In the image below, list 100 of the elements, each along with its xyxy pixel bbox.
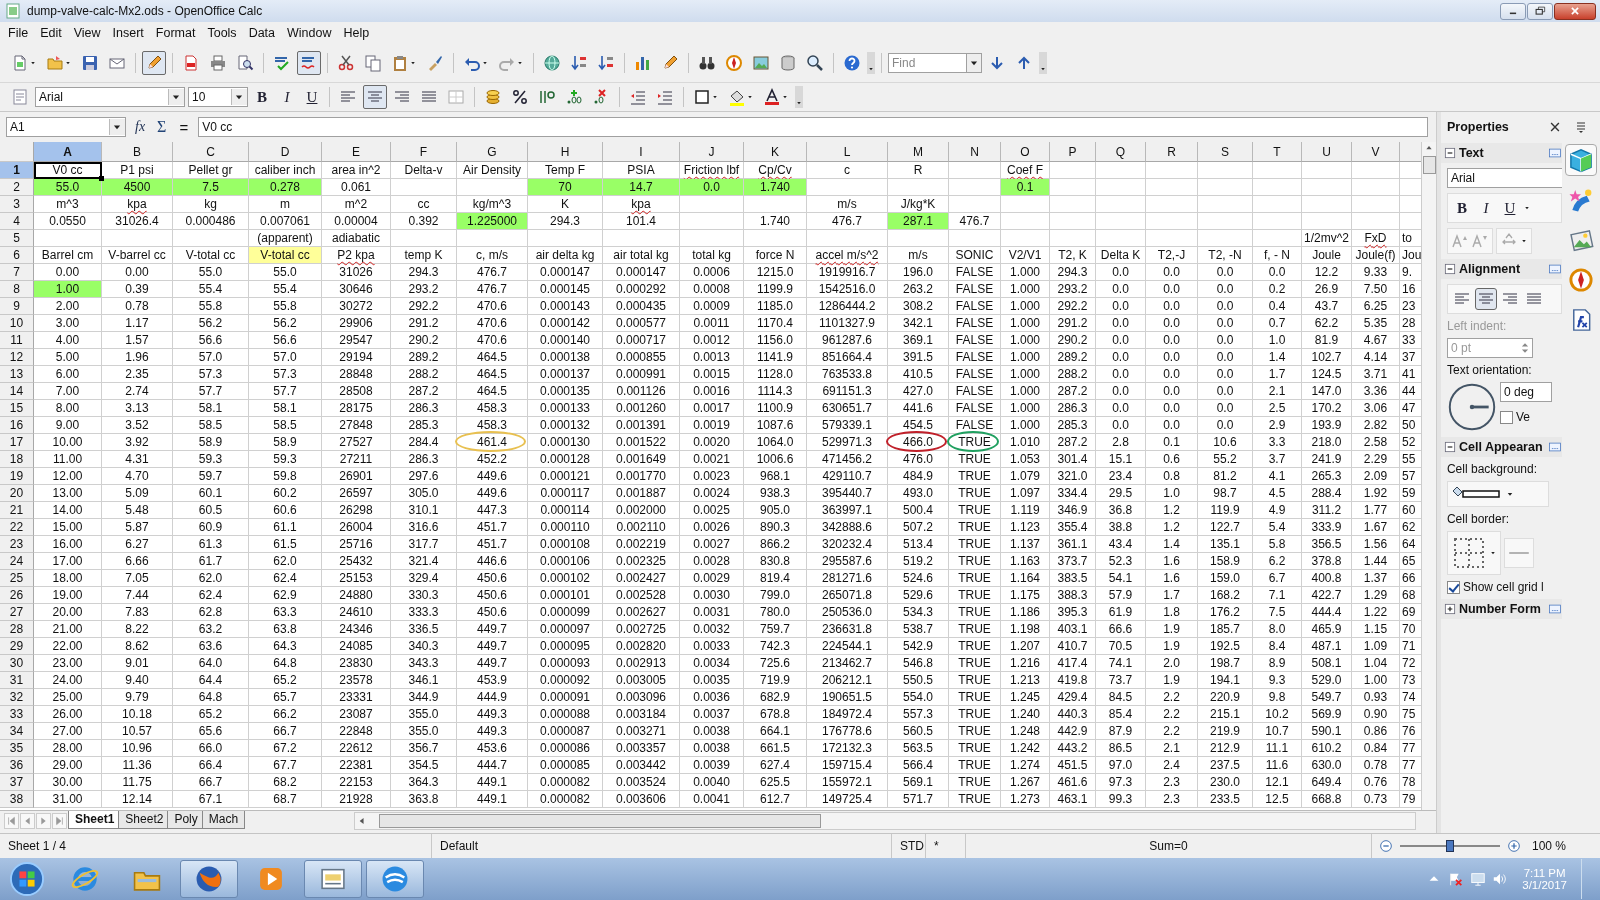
empty-cell[interactable] <box>680 213 744 230</box>
zoom-slider[interactable] <box>1400 840 1500 852</box>
scroll-thumb[interactable] <box>1422 156 1436 174</box>
empty-cell[interactable] <box>391 179 457 196</box>
pencil-icon[interactable] <box>661 54 679 72</box>
globe-icon[interactable] <box>71 865 99 893</box>
more-options-icon[interactable] <box>1547 440 1562 454</box>
page-magnifier-icon[interactable] <box>236 54 254 72</box>
empty-cell[interactable] <box>1096 162 1146 179</box>
column-header[interactable]: J <box>680 142 744 162</box>
empty-cell[interactable] <box>1096 213 1146 230</box>
column-header[interactable]: G <box>457 142 528 162</box>
empty-cell[interactable] <box>1001 230 1050 247</box>
row-header[interactable]: 31 <box>0 672 34 689</box>
empty-cell[interactable] <box>1001 213 1050 230</box>
empty-cell[interactable] <box>1146 213 1198 230</box>
row-header[interactable]: 19 <box>0 468 34 485</box>
empty-cell[interactable] <box>1146 179 1198 196</box>
merge-cells-icon[interactable] <box>447 88 465 106</box>
zoom-in-icon[interactable] <box>1506 838 1522 854</box>
menu-item[interactable]: File <box>2 24 35 42</box>
styles-icon[interactable] <box>11 88 29 106</box>
scroll-thumb[interactable] <box>379 814 821 828</box>
empty-cell[interactable] <box>1302 213 1352 230</box>
vertical-checkbox[interactable] <box>1499 410 1513 424</box>
document-icon[interactable] <box>11 54 29 72</box>
empty-cell[interactable] <box>888 179 949 196</box>
empty-cell[interactable] <box>1352 179 1400 196</box>
browser-icon[interactable] <box>195 865 223 893</box>
row-header[interactable]: 32 <box>0 689 34 706</box>
wave-icon[interactable] <box>381 865 409 893</box>
column-header[interactable]: E <box>322 142 391 162</box>
more-options-icon[interactable] <box>1547 262 1562 276</box>
column-header[interactable]: Q <box>1096 142 1146 162</box>
sheet-tab[interactable]: Poly <box>167 811 205 829</box>
empty-cell[interactable] <box>1253 230 1302 247</box>
italic-button[interactable]: I <box>276 86 298 108</box>
sort-ascending-icon[interactable] <box>570 54 588 72</box>
empty-cell[interactable] <box>888 230 949 247</box>
border-icon[interactable] <box>693 88 711 106</box>
empty-cell[interactable] <box>1253 213 1302 230</box>
grid-checkbox[interactable] <box>1446 580 1460 594</box>
empty-cell[interactable] <box>1050 162 1096 179</box>
sort-descending-icon[interactable] <box>597 54 615 72</box>
row-header[interactable]: 14 <box>0 383 34 400</box>
empty-cell[interactable] <box>1096 196 1146 213</box>
empty-cell[interactable] <box>1352 162 1400 179</box>
background-color-button[interactable] <box>1446 481 1549 507</box>
find-field[interactable]: Find <box>888 53 966 73</box>
column-header[interactable]: I <box>603 142 680 162</box>
compass-icon[interactable] <box>725 54 743 72</box>
menu-item[interactable]: Tools <box>201 24 243 42</box>
column-header[interactable]: T <box>1253 142 1302 162</box>
row-header[interactable]: 23 <box>0 536 34 553</box>
underline-button[interactable]: U <box>1498 197 1521 219</box>
row-header[interactable]: 27 <box>0 604 34 621</box>
empty-cell[interactable] <box>1050 196 1096 213</box>
bold-button[interactable]: B <box>1450 197 1473 219</box>
empty-cell[interactable] <box>1146 162 1198 179</box>
row-header[interactable]: 38 <box>0 791 34 808</box>
database-icon[interactable] <box>779 54 797 72</box>
row-header[interactable]: 17 <box>0 434 34 451</box>
empty-cell[interactable] <box>1096 179 1146 196</box>
empty-cell[interactable] <box>807 230 888 247</box>
row-header[interactable]: 12 <box>0 349 34 366</box>
menu-item[interactable]: Format <box>149 24 202 42</box>
row-header[interactable]: 24 <box>0 553 34 570</box>
empty-cell[interactable] <box>1198 162 1253 179</box>
increase-indent-icon[interactable] <box>656 88 674 106</box>
number-format-icon[interactable] <box>538 88 556 106</box>
column-header[interactable]: P <box>1050 142 1096 162</box>
folder-icon[interactable] <box>46 54 64 72</box>
column-header[interactable]: A <box>34 142 102 162</box>
column-header[interactable]: H <box>528 142 603 162</box>
column-header[interactable]: C <box>173 142 249 162</box>
border-button[interactable] <box>1446 531 1501 575</box>
row-header[interactable]: 28 <box>0 621 34 638</box>
column-header[interactable]: U <box>1302 142 1352 162</box>
row-header[interactable]: 20 <box>0 485 34 502</box>
row-header[interactable]: 25 <box>0 570 34 587</box>
bar-chart-icon[interactable] <box>634 54 652 72</box>
row-header[interactable]: 10 <box>0 315 34 332</box>
row-header[interactable]: 2 <box>0 179 34 196</box>
empty-cell[interactable] <box>1253 179 1302 196</box>
down-arrow-icon[interactable] <box>988 54 1006 72</box>
globe-icon[interactable] <box>543 54 561 72</box>
empty-cell[interactable] <box>1198 179 1253 196</box>
empty-cell[interactable] <box>102 230 173 247</box>
empty-cell[interactable] <box>744 230 807 247</box>
next-sheet-icon[interactable] <box>36 813 51 829</box>
column-header[interactable]: B <box>102 142 173 162</box>
empty-cell[interactable] <box>1050 230 1096 247</box>
name-box[interactable]: A1 <box>6 117 126 137</box>
empty-cell[interactable] <box>680 230 744 247</box>
select-all-corner[interactable] <box>0 142 34 162</box>
play-icon[interactable] <box>257 865 285 893</box>
empty-cell[interactable] <box>1253 196 1302 213</box>
vertical-scrollbar[interactable] <box>1421 142 1436 810</box>
restore-button[interactable] <box>1527 2 1553 20</box>
sum-button[interactable]: Σ <box>154 118 170 136</box>
